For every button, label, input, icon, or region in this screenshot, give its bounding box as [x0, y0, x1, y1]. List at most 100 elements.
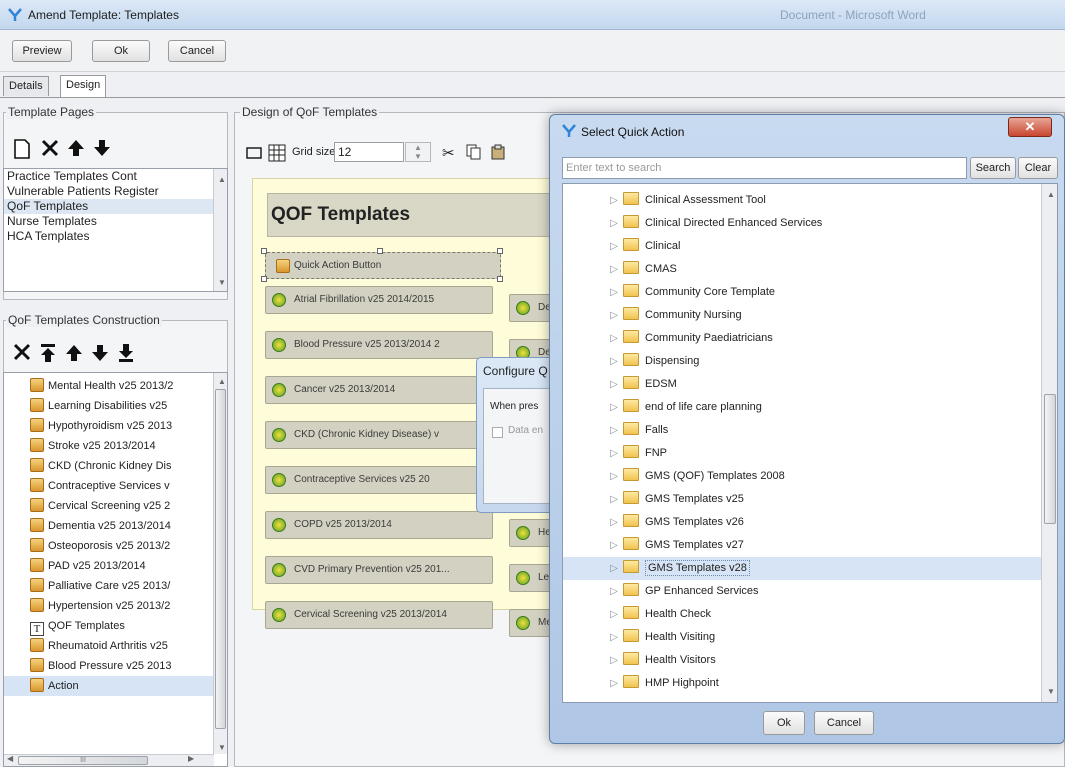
construction-item[interactable]: Palliative Care v25 2013/ [4, 576, 227, 596]
quick-action-button[interactable]: Quick Action Button [265, 252, 501, 279]
expand-chevron-icon[interactable]: ▷ [605, 281, 623, 304]
construction-item[interactable]: Hypertension v25 2013/2 [4, 596, 227, 616]
expand-chevron-icon[interactable]: ▷ [605, 557, 623, 580]
move-item-down-icon[interactable] [88, 343, 112, 367]
template-link-button[interactable]: COPD v25 2013/2014 [265, 511, 493, 539]
construction-item[interactable]: Rheumatoid Arthritis v25 [4, 636, 227, 656]
expand-chevron-icon[interactable]: ▷ [605, 327, 623, 350]
expand-chevron-icon[interactable]: ▷ [605, 488, 623, 511]
template-link-button[interactable]: Atrial Fibrillation v25 2014/2015 [265, 286, 493, 314]
construction-item[interactable]: Mental Health v25 2013/2 [4, 376, 227, 396]
quick-action-folder-item[interactable]: ▷ Dispensing [563, 350, 1057, 373]
quick-action-folder-item[interactable]: ▷ GMS Templates v26 [563, 511, 1057, 534]
construction-item[interactable]: PAD v25 2013/2014 [4, 556, 227, 576]
resize-handle[interactable] [261, 276, 267, 282]
quick-action-folder-item[interactable]: ▷ Clinical Directed Enhanced Services [563, 212, 1057, 235]
template-page-item[interactable]: QoF Templates [4, 199, 227, 214]
construction-item[interactable]: Dementia v25 2013/2014 [4, 516, 227, 536]
select-mode-icon[interactable] [246, 146, 262, 163]
expand-chevron-icon[interactable]: ▷ [605, 534, 623, 557]
move-bottom-icon[interactable] [114, 343, 138, 367]
quick-action-folder-item[interactable]: ▷ HMP Highpoint [563, 672, 1057, 695]
expand-chevron-icon[interactable]: ▷ [605, 649, 623, 672]
paste-icon[interactable] [490, 144, 506, 163]
data-entry-checkbox[interactable] [492, 427, 503, 438]
template-page-item[interactable]: Practice Templates Cont [4, 169, 227, 184]
construction-item[interactable]: Hypothyroidism v25 2013 [4, 416, 227, 436]
quick-action-folder-item[interactable]: ▷ Falls [563, 419, 1057, 442]
search-button[interactable]: Search [970, 157, 1016, 179]
template-link-button[interactable]: Cancer v25 2013/2014 [265, 376, 493, 404]
template-page-item[interactable]: HCA Templates [4, 229, 227, 244]
quick-action-folder-item[interactable]: ▷ Health Visitors [563, 649, 1057, 672]
template-link-button[interactable]: CKD (Chronic Kidney Disease) v [265, 421, 493, 449]
close-icon[interactable]: ✕ [1008, 117, 1052, 137]
expand-chevron-icon[interactable]: ▷ [605, 258, 623, 281]
copy-icon[interactable] [466, 144, 482, 163]
search-input[interactable]: Enter text to search [562, 157, 967, 179]
construction-item[interactable]: Cervical Screening v25 2 [4, 496, 227, 516]
construction-v-scrollbar[interactable]: ▲ ▼ [213, 373, 227, 754]
clear-button[interactable]: Clear [1018, 157, 1058, 179]
construction-item[interactable]: CKD (Chronic Kidney Dis [4, 456, 227, 476]
template-link-button[interactable]: Contraceptive Services v25 20 [265, 466, 493, 494]
move-item-up-icon[interactable] [62, 343, 86, 367]
grid-icon[interactable] [268, 144, 286, 165]
quick-action-folder-item[interactable]: ▷ CMAS [563, 258, 1057, 281]
tab-details[interactable]: Details [3, 76, 49, 96]
expand-chevron-icon[interactable]: ▷ [605, 465, 623, 488]
expand-chevron-icon[interactable]: ▷ [605, 626, 623, 649]
quick-action-folder-item[interactable]: ▷ end of life care planning [563, 396, 1057, 419]
expand-chevron-icon[interactable]: ▷ [605, 442, 623, 465]
expand-chevron-icon[interactable]: ▷ [605, 603, 623, 626]
ok-button[interactable]: Ok [92, 40, 150, 62]
expand-chevron-icon[interactable]: ▷ [605, 235, 623, 258]
template-link-button[interactable]: Blood Pressure v25 2013/2014 2 [265, 331, 493, 359]
move-down-icon[interactable] [90, 138, 114, 162]
quick-action-folder-item[interactable]: ▷ Community Core Template [563, 281, 1057, 304]
dialog-ok-button[interactable]: Ok [763, 711, 805, 735]
new-page-icon[interactable] [10, 138, 34, 162]
template-pages-scrollbar[interactable]: ▲ ▼ [213, 169, 227, 291]
construction-item[interactable]: Stroke v25 2013/2014 [4, 436, 227, 456]
expand-chevron-icon[interactable]: ▷ [605, 350, 623, 373]
expand-chevron-icon[interactable]: ▷ [605, 304, 623, 327]
quick-action-folder-item[interactable]: ▷ GP Enhanced Services [563, 580, 1057, 603]
construction-item[interactable]: Blood Pressure v25 2013 [4, 656, 227, 676]
quick-action-folder-item[interactable]: ▷ Health Visiting [563, 626, 1057, 649]
quick-action-folder-item[interactable]: ▷ Community Paediatricians [563, 327, 1057, 350]
quick-action-folder-item[interactable]: ▷ GMS (QOF) Templates 2008 [563, 465, 1057, 488]
delete-item-icon[interactable] [10, 343, 34, 367]
resize-handle[interactable] [497, 276, 503, 282]
resize-handle[interactable] [497, 248, 503, 254]
expand-chevron-icon[interactable]: ▷ [605, 580, 623, 603]
delete-page-icon[interactable] [38, 138, 62, 162]
expand-chevron-icon[interactable]: ▷ [605, 672, 623, 695]
quick-action-folder-item[interactable]: ▷ GMS Templates v25 [563, 488, 1057, 511]
grid-size-input[interactable]: 12 [334, 142, 404, 162]
template-link-button[interactable]: CVD Primary Prevention v25 201... [265, 556, 493, 584]
tab-design[interactable]: Design [60, 75, 107, 97]
preview-button[interactable]: Preview [12, 40, 72, 62]
construction-h-scrollbar[interactable]: ◀ III ▶ [4, 754, 214, 766]
quick-action-scrollbar[interactable]: ▲ ▼ [1041, 184, 1057, 702]
construction-scroll-thumb[interactable] [215, 389, 226, 729]
template-page-item[interactable]: Vulnerable Patients Register [4, 184, 227, 199]
construction-item[interactable]: Contraceptive Services v [4, 476, 227, 496]
h-scroll-thumb[interactable]: III [18, 756, 148, 765]
quick-action-scroll-thumb[interactable] [1044, 394, 1056, 524]
move-up-icon[interactable] [64, 138, 88, 162]
construction-item[interactable]: Learning Disabilities v25 [4, 396, 227, 416]
construction-item[interactable]: Action [4, 676, 227, 696]
expand-chevron-icon[interactable]: ▷ [605, 189, 623, 212]
quick-action-folder-item[interactable]: ▷ Health Check [563, 603, 1057, 626]
quick-action-folder-item[interactable]: ▷ GMS Templates v28 [563, 557, 1057, 580]
construction-item[interactable]: T QOF Templates [4, 616, 227, 636]
template-page-item[interactable]: Nurse Templates [4, 214, 227, 229]
expand-chevron-icon[interactable]: ▷ [605, 212, 623, 235]
move-top-icon[interactable] [36, 343, 60, 367]
quick-action-folder-item[interactable]: ▷ GMS Templates v27 [563, 534, 1057, 557]
construction-item[interactable]: Osteoporosis v25 2013/2 [4, 536, 227, 556]
expand-chevron-icon[interactable]: ▷ [605, 511, 623, 534]
cancel-button[interactable]: Cancel [168, 40, 226, 62]
